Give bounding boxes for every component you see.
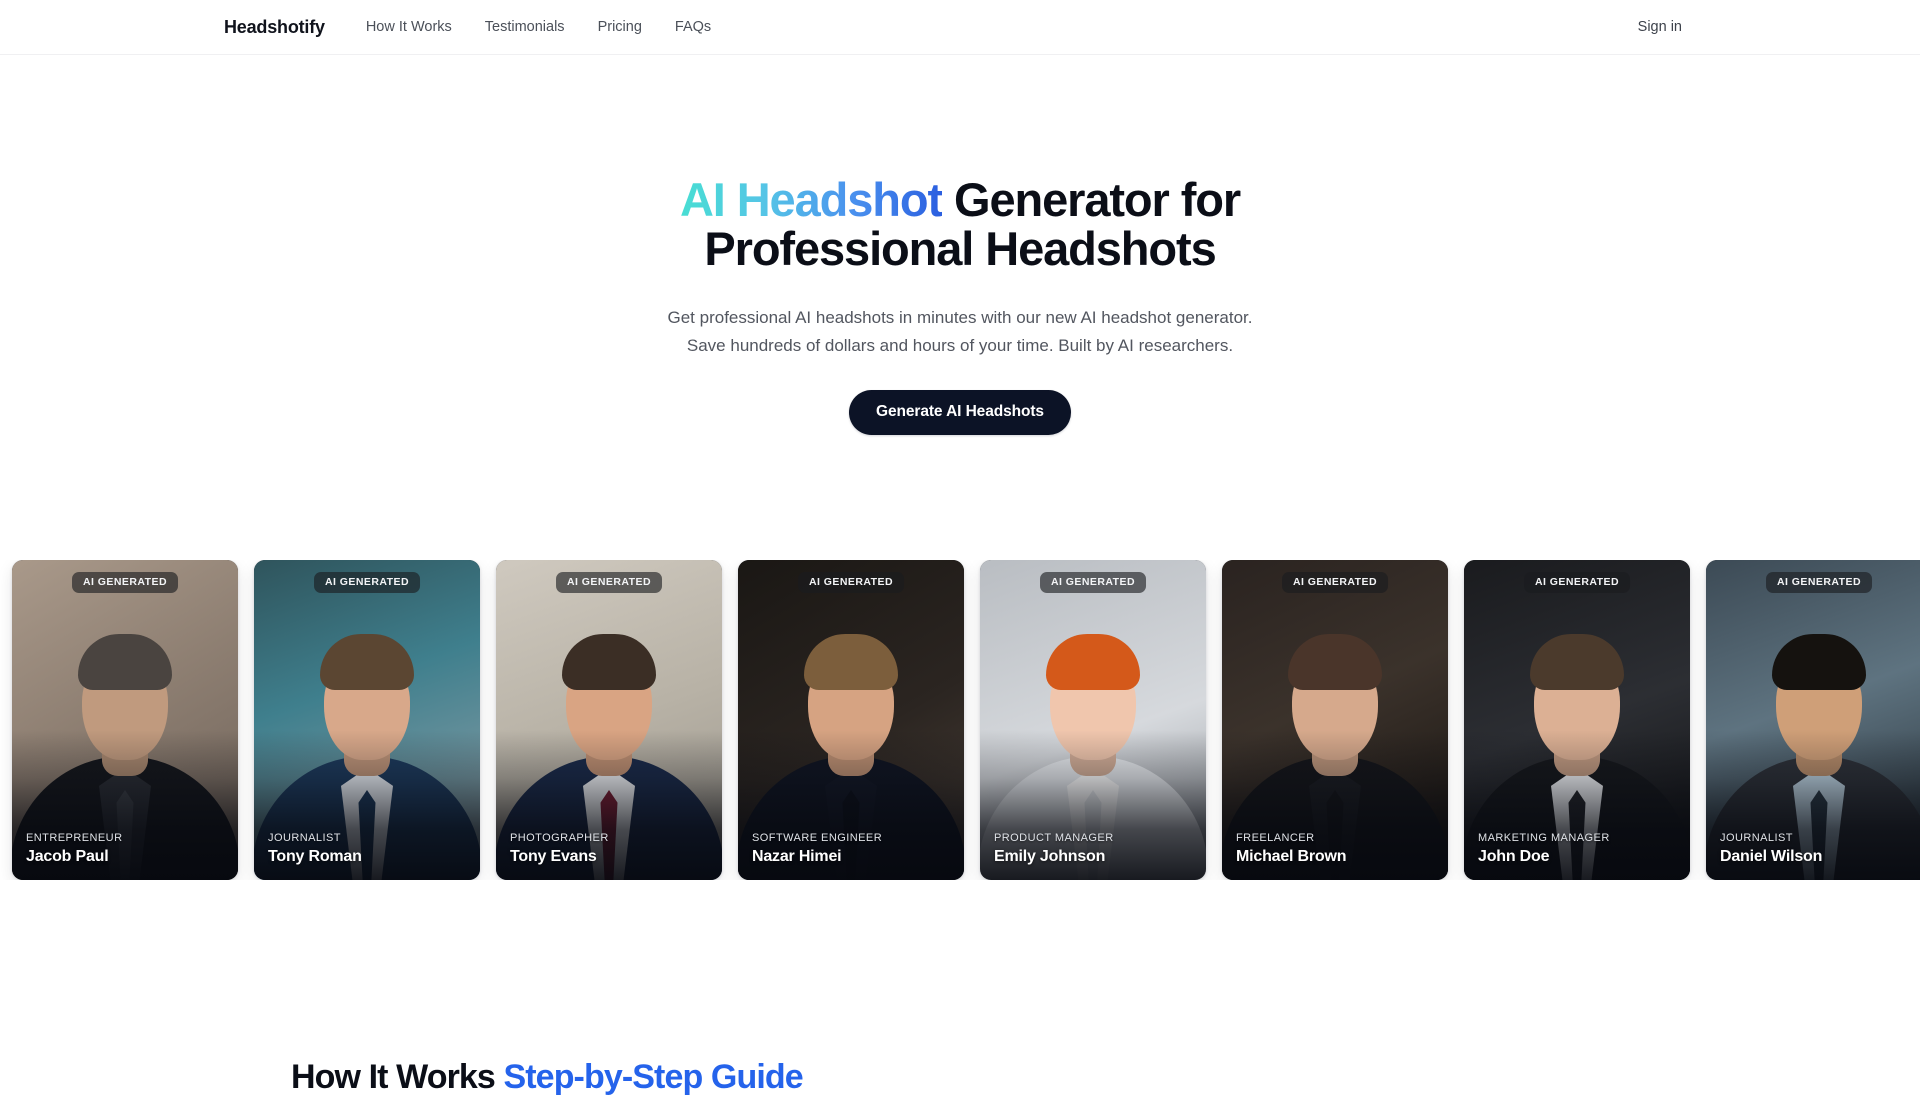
headshot-role: ENTREPRENEUR (26, 832, 123, 844)
headshot-role: SOFTWARE ENGINEER (752, 832, 883, 844)
headshot-name: John Doe (1478, 848, 1550, 865)
ai-generated-badge: AI GENERATED (1524, 572, 1630, 593)
headshot-card-meta: SOFTWARE ENGINEER Nazar Himei (752, 832, 952, 866)
page-title: AI Headshot Generator for Professional H… (610, 175, 1310, 273)
how-it-works-heading-plain: How It Works (291, 1058, 504, 1097)
headshot-role: FREELANCER (1236, 832, 1315, 844)
headshot-role: PHOTOGRAPHER (510, 832, 609, 844)
headshot-card[interactable]: AI GENERATED JOURNALIST Daniel Wilson (1706, 560, 1920, 880)
navbar-left-group: Headshotify How It Works Testimonials Pr… (224, 17, 711, 38)
ai-generated-badge: AI GENERATED (72, 572, 178, 593)
hero-subtitle: Get professional AI headshots in minutes… (668, 304, 1253, 360)
ai-generated-badge: AI GENERATED (1040, 572, 1146, 593)
hero-section: AI Headshot Generator for Professional H… (0, 55, 1920, 435)
how-it-works-heading-accent: Step-by-Step Guide (503, 1058, 803, 1097)
nav-link-pricing[interactable]: Pricing (598, 19, 642, 35)
ai-generated-badge: AI GENERATED (1766, 572, 1872, 593)
how-it-works-heading: How It Works Step-by-Step Guide (291, 1058, 804, 1097)
hero-subtitle-line-1: Get professional AI headshots in minutes… (667, 308, 1253, 327)
headshot-gallery-strip[interactable]: AI GENERATED ENTREPRENEUR Jacob Paul AI GEN… (0, 560, 1920, 880)
headshot-card[interactable]: AI GENERATED FREELANCER Michael Brown (1222, 560, 1448, 880)
headshot-name: Jacob Paul (26, 848, 109, 865)
headshot-card[interactable]: AI GENERATED PRODUCT MANAGER Emily Johnson (980, 560, 1206, 880)
headshot-role: MARKETING MANAGER (1478, 832, 1610, 844)
headshot-name: Michael Brown (1236, 848, 1347, 865)
headshot-name: Nazar Himei (752, 848, 842, 865)
headshot-card[interactable]: AI GENERATED PHOTOGRAPHER Tony Evans (496, 560, 722, 880)
headshot-card-meta: JOURNALIST Daniel Wilson (1720, 832, 1920, 866)
hero-cta-wrapper: Generate AI Headshots (849, 390, 1071, 435)
primary-nav: How It Works Testimonials Pricing FAQs (366, 19, 711, 35)
headshot-name: Tony Roman (268, 848, 362, 865)
nav-link-testimonials[interactable]: Testimonials (485, 19, 565, 35)
headshot-role: JOURNALIST (268, 832, 341, 844)
headshot-card-meta: PRODUCT MANAGER Emily Johnson (994, 832, 1194, 866)
top-navbar: Headshotify How It Works Testimonials Pr… (0, 0, 1920, 55)
headshot-role: PRODUCT MANAGER (994, 832, 1114, 844)
nav-link-how-it-works[interactable]: How It Works (366, 19, 452, 35)
headshot-card-meta: FREELANCER Michael Brown (1236, 832, 1436, 866)
headshot-card[interactable]: AI GENERATED JOURNALIST Tony Roman (254, 560, 480, 880)
headshot-card-meta: PHOTOGRAPHER Tony Evans (510, 832, 710, 866)
nav-link-faqs[interactable]: FAQs (675, 19, 711, 35)
headshot-card-meta: MARKETING MANAGER John Doe (1478, 832, 1678, 866)
headshot-card[interactable]: AI GENERATED ENTREPRENEUR Jacob Paul (12, 560, 238, 880)
sign-in-link[interactable]: Sign in (1638, 19, 1682, 35)
headshot-name: Emily Johnson (994, 848, 1106, 865)
headshot-name: Daniel Wilson (1720, 848, 1823, 865)
ai-generated-badge: AI GENERATED (556, 572, 662, 593)
ai-generated-badge: AI GENERATED (1282, 572, 1388, 593)
hero-title-accent: AI Headshot (679, 173, 943, 226)
headshot-name: Tony Evans (510, 848, 597, 865)
headshot-card[interactable]: AI GENERATED SOFTWARE ENGINEER Nazar Himei (738, 560, 964, 880)
headshot-card-meta: JOURNALIST Tony Roman (268, 832, 468, 866)
headshot-card[interactable]: AI GENERATED MARKETING MANAGER John Doe (1464, 560, 1690, 880)
ai-generated-badge: AI GENERATED (798, 572, 904, 593)
ai-generated-badge: AI GENERATED (314, 572, 420, 593)
headshot-role: JOURNALIST (1720, 832, 1793, 844)
brand-logo[interactable]: Headshotify (224, 17, 325, 38)
headshot-card-meta: ENTREPRENEUR Jacob Paul (26, 832, 226, 866)
generate-ai-headshots-button[interactable]: Generate AI Headshots (849, 390, 1071, 435)
navbar-right-group: Sign in (1638, 19, 1682, 35)
hero-subtitle-line-2: Save hundreds of dollars and hours of yo… (686, 336, 1234, 355)
